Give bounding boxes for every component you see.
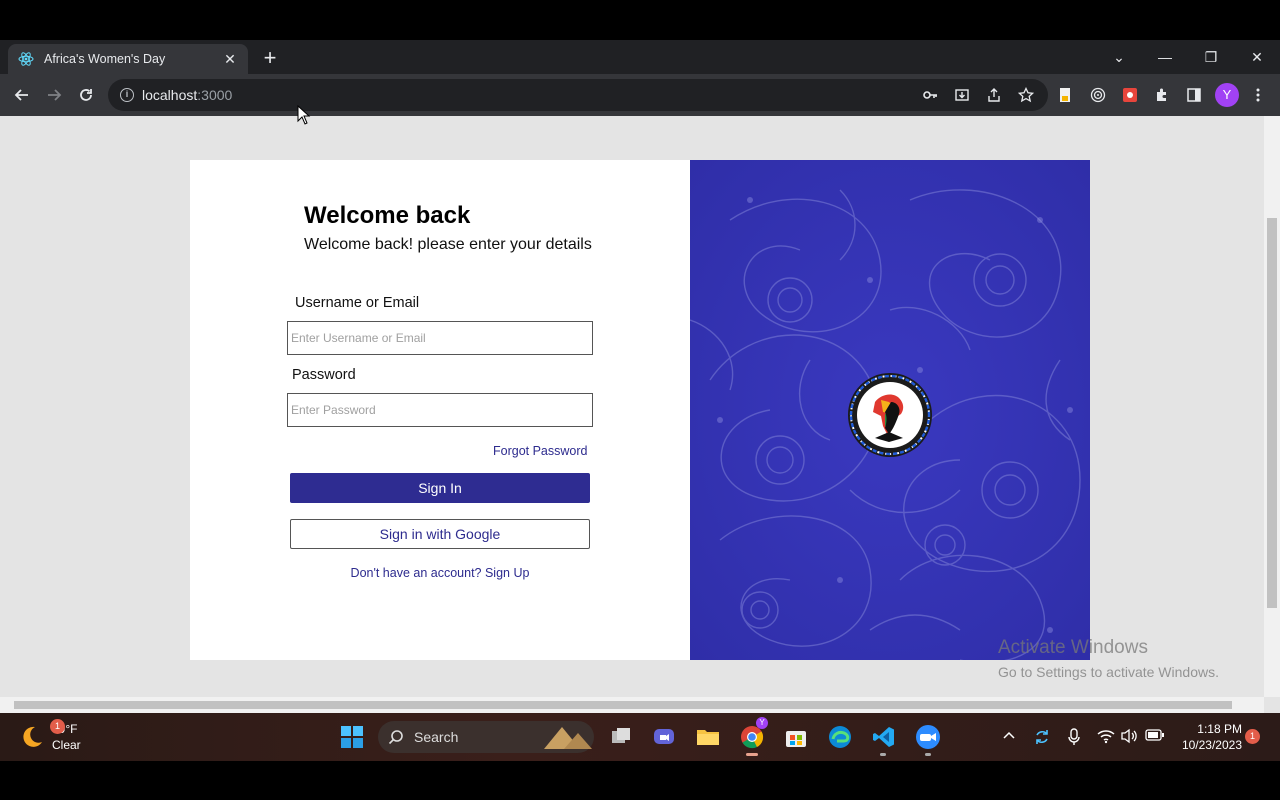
clock-date: 10/23/2023 [1181,738,1242,752]
clock-time: 1:18 PM [1197,722,1242,736]
moon-icon [20,725,44,749]
forward-icon[interactable] [42,83,66,107]
horizontal-scroll-thumb[interactable] [14,701,1232,709]
login-card: Welcome back Welcome back! please enter … [190,160,1090,660]
chrome-profile-badge: Y [756,717,768,729]
extensions-puzzle-icon[interactable] [1152,85,1172,105]
extension-target-icon[interactable] [1088,85,1108,105]
react-icon [18,51,34,67]
weather-widget[interactable]: 1 79°F Clear [20,719,81,753]
file-explorer-icon[interactable] [694,723,722,751]
horizontal-scrollbar[interactable] [0,697,1264,713]
teams-chat-icon[interactable] [650,723,678,751]
url-port: :3000 [197,87,233,103]
taskbar-search-label: Search [414,729,459,745]
chrome-icon[interactable]: Y [738,717,768,751]
page-subtitle: Welcome back! please enter your details [304,236,592,253]
sign-in-button[interactable]: Sign In [290,473,590,503]
extension-red-icon[interactable] [1120,85,1140,105]
login-form-pane: Welcome back Welcome back! please enter … [190,160,690,660]
vscode-icon[interactable] [870,723,898,751]
close-window-button[interactable]: ✕ [1242,44,1272,70]
notification-badge[interactable]: 1 [1245,729,1260,744]
reload-icon[interactable] [74,83,98,107]
battery-icon[interactable] [1145,728,1165,745]
page-title: Welcome back [304,202,471,229]
menu-kebab-icon[interactable] [1248,85,1268,105]
tab-search-icon[interactable]: ⌄ [1104,44,1134,70]
search-icon [388,730,403,745]
vscode-running-indicator [880,753,886,756]
weather-desc: Clear [52,738,81,752]
profile-avatar[interactable]: Y [1215,83,1239,107]
username-input[interactable] [287,321,593,355]
username-label: Username or Email [295,295,420,311]
mouse-cursor-icon [297,105,311,125]
close-tab-icon[interactable]: ✕ [222,51,238,67]
chrome-active-indicator [746,753,758,756]
browser-toolbar: i localhost:3000 Y [0,74,1280,116]
show-hidden-icons-icon[interactable] [1002,728,1016,745]
wifi-icon[interactable] [1097,728,1115,747]
windows-taskbar: 1 79°F Clear Search Y 1:18 PM 10/23/2023… [0,713,1280,761]
zoom-icon[interactable] [914,723,942,751]
windows-start-icon[interactable] [338,723,366,751]
edge-icon[interactable] [826,723,854,751]
taskbar-clock[interactable]: 1:18 PM 10/23/2023 [1172,721,1242,753]
task-view-icon[interactable] [607,723,635,751]
microphone-icon[interactable] [1067,728,1081,749]
password-input[interactable] [287,393,593,427]
key-icon[interactable] [920,85,940,105]
share-icon[interactable] [984,85,1004,105]
taskbar-search[interactable]: Search [378,721,594,753]
volume-icon[interactable] [1120,728,1138,747]
forgot-password-link[interactable]: Forgot Password [493,444,587,458]
site-info-icon[interactable]: i [120,88,134,102]
africas-women-day-logo [848,373,932,457]
browser-tabstrip: Africa's Women's Day ✕ + ⌄ — ❐ ✕ [0,40,1280,74]
sync-icon[interactable] [1033,728,1051,749]
minimize-button[interactable]: — [1150,44,1180,70]
restore-button[interactable]: ❐ [1196,44,1226,70]
browser-tab[interactable]: Africa's Women's Day ✕ [8,44,248,74]
install-icon[interactable] [952,85,972,105]
address-bar[interactable]: i localhost:3000 [108,79,1048,111]
google-sign-in-button[interactable]: Sign in with Google [290,519,590,549]
password-label: Password [292,367,356,383]
page-viewport: Welcome back Welcome back! please enter … [0,116,1280,713]
screen: Africa's Women's Day ✕ + ⌄ — ❐ ✕ i local… [0,0,1280,800]
search-highlight-image [544,727,592,749]
extension-docs-icon[interactable] [1055,85,1075,105]
weather-badge: 1 [50,719,65,734]
new-tab-button[interactable]: + [258,47,282,71]
vertical-scrollbar[interactable] [1264,116,1280,697]
bookmark-star-icon[interactable] [1016,85,1036,105]
decorative-panel [690,160,1090,660]
activate-windows-subtitle: Go to Settings to activate Windows. [998,664,1219,680]
zoom-running-indicator [925,753,931,756]
microsoft-store-icon[interactable] [782,723,810,751]
vertical-scroll-thumb[interactable] [1267,218,1277,608]
activate-windows-title: Activate Windows [998,637,1148,658]
url-host: localhost [142,87,198,103]
back-icon[interactable] [10,83,34,107]
side-panel-icon[interactable] [1184,85,1204,105]
tab-title: Africa's Women's Day [44,52,166,66]
sign-up-link[interactable]: Don't have an account? Sign Up [290,566,590,580]
